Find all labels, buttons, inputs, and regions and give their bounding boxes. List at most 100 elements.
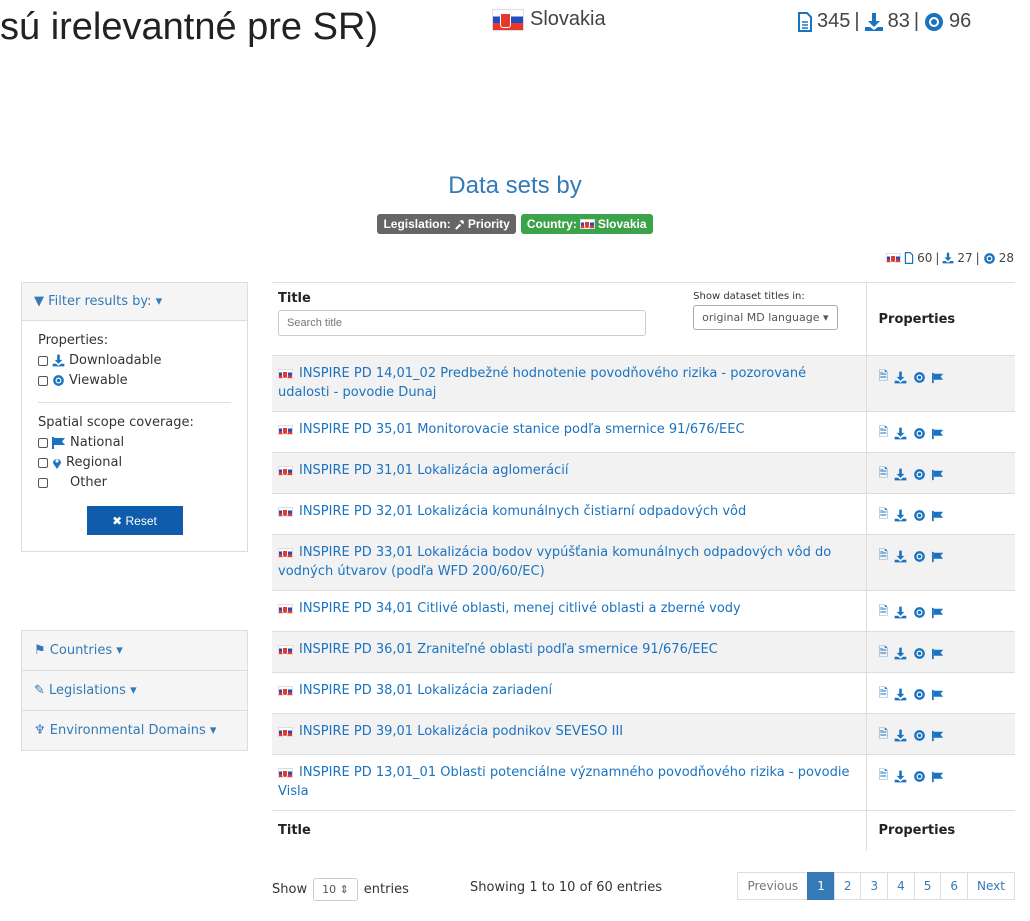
countries-toggle[interactable]: ⚑ Countries ▾ (22, 631, 247, 671)
flag-icon (932, 771, 944, 782)
caret-down-icon: ▾ (209, 723, 217, 738)
dataset-properties: 🗎 (879, 461, 1004, 485)
previous-page-button[interactable]: Previous (737, 872, 809, 900)
dataset-properties: 🗎 (879, 640, 1004, 664)
sidebar-accordion: ⚑ Countries ▾ ✎ Legislations ▾ ♆ Environ… (21, 630, 248, 751)
close-icon: ✖ (112, 513, 123, 528)
checkbox-box[interactable] (38, 477, 48, 488)
download-icon[interactable] (894, 371, 907, 384)
wrench-icon (454, 219, 464, 230)
eye-icon[interactable] (913, 510, 926, 521)
properties-header: Properties (865, 282, 1015, 356)
download-icon[interactable] (894, 427, 907, 440)
flag-icon (932, 469, 944, 480)
download-icon[interactable] (894, 509, 907, 522)
eye-icon[interactable] (913, 689, 926, 700)
search-title-input[interactable] (278, 310, 646, 336)
metadata-icon[interactable]: 🗎 (879, 602, 889, 623)
dataset-link[interactable]: INSPIRE PD 34,01 Citlivé oblasti, menej … (278, 601, 741, 616)
slovakia-flag-icon (278, 685, 293, 696)
dataset-title: INSPIRE PD 32,01 Lokalizácia komunálnych… (299, 504, 747, 519)
metadata-icon[interactable]: 🗎 (879, 546, 889, 567)
metadata-icon[interactable]: 🗎 (879, 423, 889, 444)
page-button-6[interactable]: 6 (940, 872, 969, 900)
entries-label: entries (363, 882, 409, 897)
dataset-link[interactable]: INSPIRE PD 13,01_01 Oblasti potenciálne … (278, 765, 849, 799)
entries-select[interactable]: 10 ⇕ (313, 878, 358, 901)
dataset-link[interactable]: INSPIRE PD 36,01 Zraniteľné oblasti podľ… (278, 642, 718, 657)
dataset-title: INSPIRE PD 35,01 Monitorovacie stanice p… (299, 422, 745, 437)
dataset-link[interactable]: INSPIRE PD 35,01 Monitorovacie stanice p… (278, 422, 745, 437)
slovakia-flag-icon (886, 253, 902, 263)
eye-icon[interactable] (913, 730, 926, 741)
eye-icon[interactable] (913, 372, 926, 383)
page-button-2[interactable]: 2 (833, 872, 862, 900)
download-icon[interactable] (894, 688, 907, 701)
download-icon[interactable] (894, 550, 907, 563)
section-heading: Data sets by (448, 172, 582, 199)
other-checkbox[interactable]: Other (38, 475, 231, 490)
national-checkbox[interactable]: National (38, 435, 231, 450)
download-icon[interactable] (894, 468, 907, 481)
dataset-title: INSPIRE PD 34,01 Citlivé oblasti, menej … (299, 601, 741, 616)
caret-down-icon: ▾ (155, 294, 163, 309)
dataset-link[interactable]: INSPIRE PD 38,01 Lokalizácia zariadení (278, 683, 552, 698)
checkbox-box[interactable] (38, 375, 48, 386)
metadata-icon[interactable]: 🗎 (879, 643, 889, 664)
result-documents: 60 (917, 251, 933, 265)
country-filter-badge[interactable]: Country: Slovakia (520, 214, 653, 234)
viewable-checkbox[interactable]: Viewable (38, 373, 231, 388)
page-button-4[interactable]: 4 (887, 872, 915, 900)
table-row: INSPIRE PD 32,01 Lokalizácia komunálnych… (272, 493, 1015, 535)
show-label: Show (272, 882, 308, 897)
metadata-icon[interactable]: 🗎 (879, 766, 889, 787)
eye-icon[interactable] (913, 469, 926, 480)
page-button-3[interactable]: 3 (860, 872, 889, 900)
metadata-icon[interactable]: 🗎 (879, 464, 889, 485)
download-icon (864, 12, 883, 31)
accordion-label: Countries (49, 643, 113, 658)
dataset-properties: 🗎 (879, 599, 1004, 623)
page-button-1[interactable]: 1 (807, 872, 835, 900)
eye-icon[interactable] (913, 771, 926, 782)
wrench-icon: ✎ (34, 683, 45, 698)
legislation-filter-badge[interactable]: Legislation: Priority (377, 214, 516, 234)
download-icon[interactable] (894, 647, 907, 660)
dataset-link[interactable]: INSPIRE PD 32,01 Lokalizácia komunálnych… (278, 504, 746, 519)
eye-icon[interactable] (913, 428, 926, 439)
language-select[interactable]: original MD language ▾ (693, 305, 838, 330)
eye-icon[interactable] (913, 648, 926, 659)
metadata-icon[interactable]: 🗎 (879, 367, 889, 388)
downloadable-checkbox[interactable]: Downloadable (38, 353, 231, 368)
eye-icon[interactable] (913, 551, 926, 562)
reset-button[interactable]: ✖ Reset (86, 506, 183, 535)
dataset-link[interactable]: INSPIRE PD 14,01_02 Predbežné hodnotenie… (278, 366, 806, 400)
accordion-label: Environmental Domains (49, 723, 206, 738)
metadata-icon[interactable]: 🗎 (879, 725, 889, 746)
pagination: Previous 1 2 3 4 5 6 Next (737, 872, 1015, 900)
metadata-icon[interactable]: 🗎 (879, 505, 889, 526)
checkbox-label: Other (70, 475, 107, 490)
dataset-link[interactable]: INSPIRE PD 39,01 Lokalizácia podnikov SE… (278, 724, 623, 739)
checkbox-box[interactable] (38, 437, 48, 448)
metadata-icon[interactable]: 🗎 (879, 684, 889, 705)
dataset-link[interactable]: INSPIRE PD 33,01 Lokalizácia bodov vypúš… (278, 545, 831, 579)
filter-toggle[interactable]: ▼ Filter results by: ▾ (22, 283, 247, 321)
environmental-domains-toggle[interactable]: ♆ Environmental Domains ▾ (22, 711, 247, 750)
next-page-button[interactable]: Next (967, 872, 1015, 900)
regional-checkbox[interactable]: Regional (38, 455, 231, 470)
dataset-link[interactable]: INSPIRE PD 31,01 Lokalizácia aglomerácií (278, 463, 568, 478)
download-icon[interactable] (894, 729, 907, 742)
title-column-label: Title (278, 291, 311, 306)
properties-footer: Properties (865, 810, 1015, 851)
checkbox-box[interactable] (38, 457, 48, 468)
flag-icon (52, 436, 65, 449)
legislations-toggle[interactable]: ✎ Legislations ▾ (22, 671, 247, 711)
download-icon[interactable] (894, 770, 907, 783)
checkbox-box[interactable] (38, 355, 48, 366)
eye-icon[interactable] (913, 607, 926, 618)
badge-label: Country: (526, 217, 577, 231)
download-icon[interactable] (894, 606, 907, 619)
dataset-title: INSPIRE PD 38,01 Lokalizácia zariadení (299, 683, 553, 698)
page-button-5[interactable]: 5 (913, 872, 942, 900)
